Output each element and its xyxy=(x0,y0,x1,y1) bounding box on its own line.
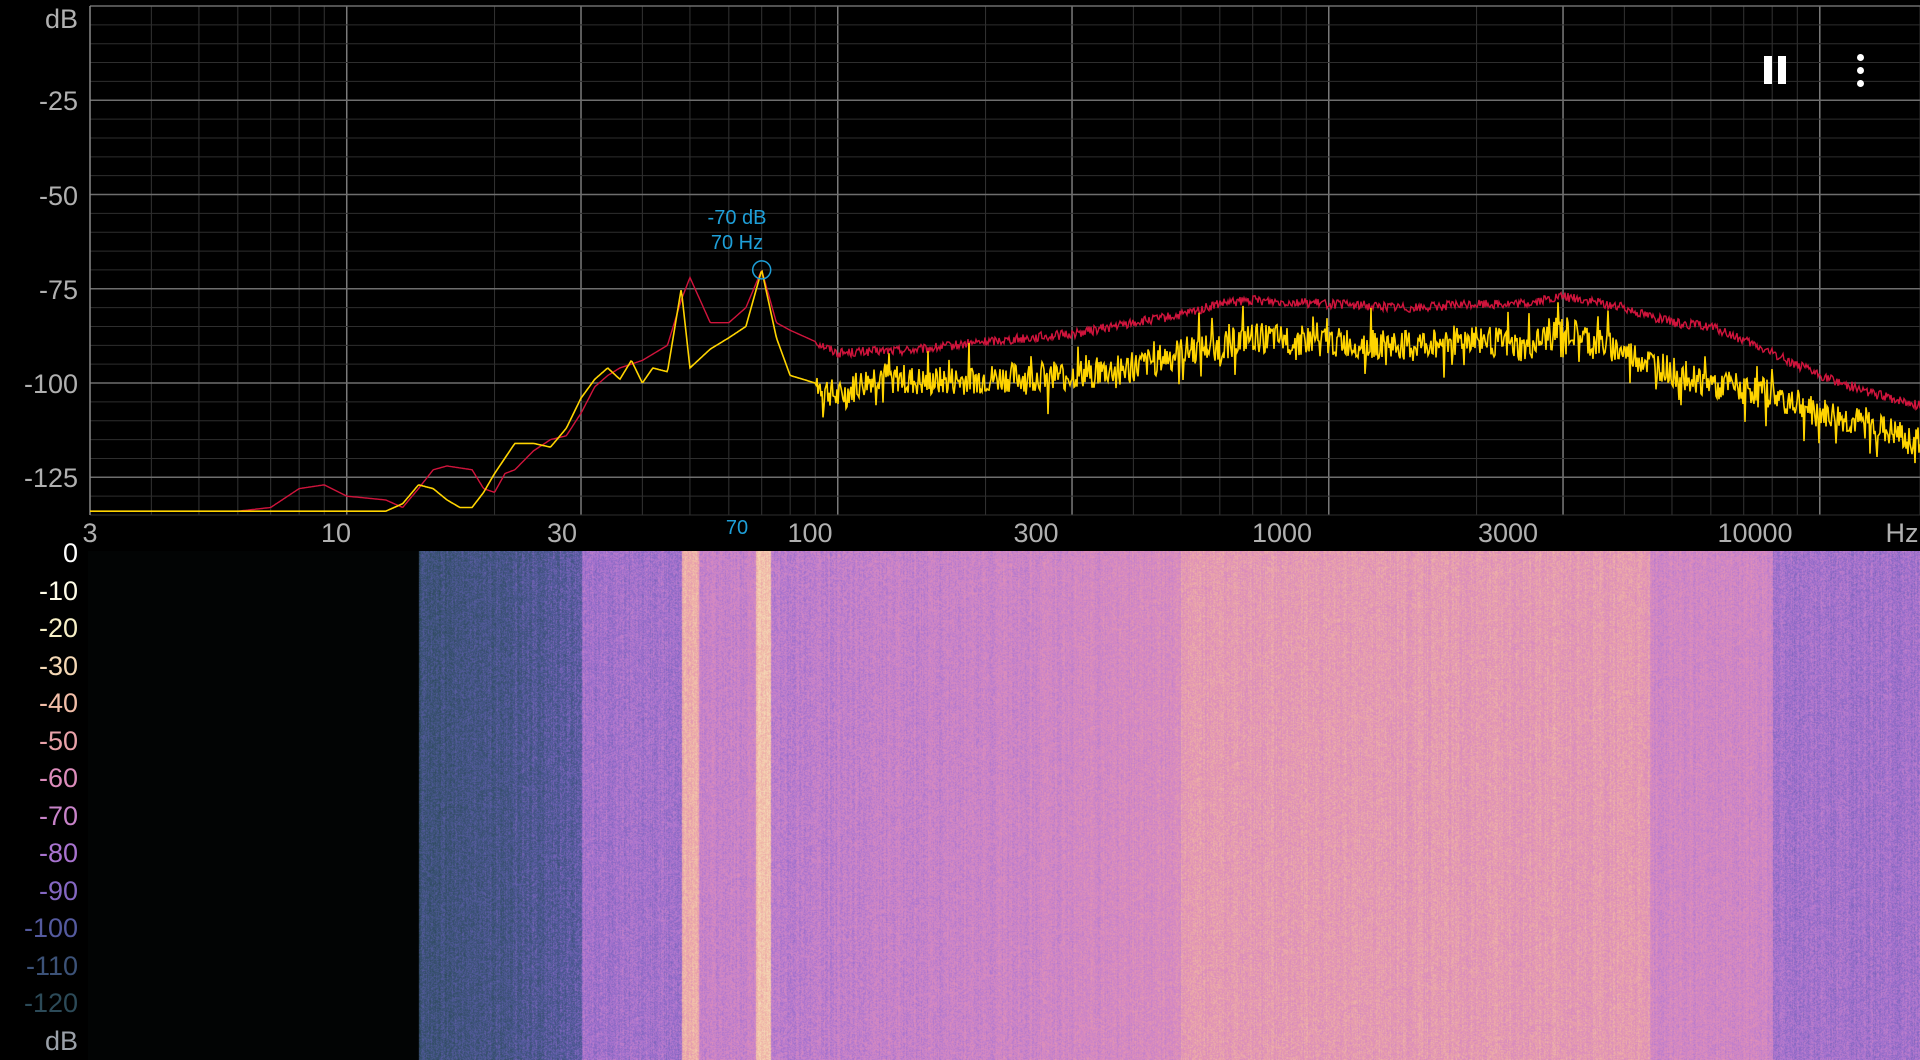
x-tick-label: 100 xyxy=(787,518,833,548)
grid xyxy=(89,5,1920,516)
x-tick-label: 1000 xyxy=(1251,518,1313,548)
y-unit-label: dB xyxy=(44,4,78,34)
y-tick-label: -75 xyxy=(38,275,78,305)
scale-label: -50 xyxy=(38,726,78,756)
scale-label: -90 xyxy=(38,876,78,906)
x-tick-label: 10 xyxy=(320,518,352,548)
spectrogram-unit-label: dB xyxy=(44,1026,78,1056)
x-tick-label: 300 xyxy=(1013,518,1059,548)
spectrum-analyzer: dB -25 -50 -75 -100 -125 3 10 30 100 300… xyxy=(0,0,1920,1060)
scale-label: -120 xyxy=(23,988,78,1018)
scale-label: -30 xyxy=(38,651,78,681)
scale-label: -70 xyxy=(38,801,78,831)
x-unit-label: Hz xyxy=(1885,518,1919,548)
pause-button[interactable] xyxy=(1753,48,1797,92)
y-tick-label: -25 xyxy=(38,86,78,116)
scale-label: -10 xyxy=(38,576,78,606)
scale-label: -80 xyxy=(38,838,78,868)
peak-hz-label: 70 Hz xyxy=(710,232,764,254)
y-tick-label: -50 xyxy=(38,181,78,211)
peak-freq-marker-label: 70 xyxy=(725,517,749,539)
scale-label: -100 xyxy=(23,913,78,943)
pause-icon xyxy=(1764,56,1786,84)
y-tick-label: -125 xyxy=(23,463,78,493)
x-tick-label: 3 xyxy=(82,518,98,548)
x-tick-label: 30 xyxy=(546,518,578,548)
y-tick-label: -100 xyxy=(23,369,78,399)
scale-label: -40 xyxy=(38,688,78,718)
x-tick-label: 3000 xyxy=(1477,518,1539,548)
series-layer xyxy=(90,269,1920,512)
scale-label: 0 xyxy=(62,538,78,568)
scale-label: -60 xyxy=(38,763,78,793)
menu-button[interactable] xyxy=(1838,48,1882,92)
spectrum-plot[interactable] xyxy=(0,0,1920,551)
more-vert-icon xyxy=(1856,53,1864,87)
x-tick-label: 10000 xyxy=(1717,518,1793,548)
scale-label: -20 xyxy=(38,613,78,643)
spectrogram[interactable] xyxy=(88,551,1920,1060)
scale-label: -110 xyxy=(25,951,78,981)
peak-db-label: -70 dB xyxy=(707,207,767,229)
